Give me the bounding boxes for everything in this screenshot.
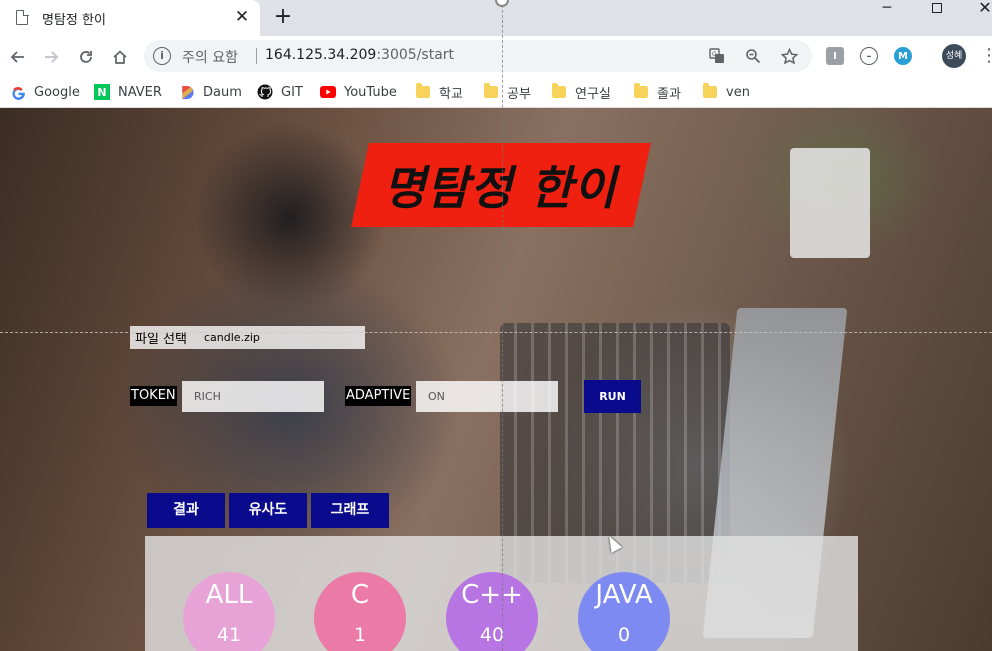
file-input[interactable]: 파일 선택 candle.zip (130, 326, 365, 349)
bookmark-folder-ven[interactable]: ven (703, 81, 750, 103)
bookmarks-bar: Google N NAVER Daum GIT YouTube 학교 공부 연구… (0, 77, 992, 108)
stat-c[interactable]: C 1 (314, 572, 406, 651)
menu-kebab-icon[interactable]: ⋮ (980, 44, 992, 68)
bookmark-youtube[interactable]: YouTube (320, 81, 397, 103)
translate-icon[interactable]: G (706, 45, 728, 67)
token-label: TOKEN (130, 386, 177, 406)
bookmark-naver[interactable]: N NAVER (94, 81, 162, 103)
tab-similarity[interactable]: 유사도 (229, 493, 307, 528)
guide-line-vertical (502, 0, 503, 651)
forward-button[interactable] (37, 43, 65, 71)
window-close-button[interactable]: ✕ (962, 0, 992, 22)
bookmark-folder-jolgwa[interactable]: 졸과 (634, 81, 681, 103)
page-title: 명탐정 한이 (383, 161, 617, 215)
token-field[interactable]: RICH (182, 381, 324, 412)
forward-arrow-icon (45, 51, 59, 63)
stat-java[interactable]: JAVA 0 (578, 572, 670, 651)
file-select-button[interactable]: 파일 선택 (135, 328, 187, 347)
google-icon (10, 84, 26, 100)
block-icon[interactable]: – (860, 47, 878, 65)
page-content: 명탐정 한이 파일 선택 candle.zip TOKEN RICH ADAPT… (0, 108, 992, 651)
page-icon (16, 9, 29, 25)
bookmark-folder-school[interactable]: 학교 (416, 81, 463, 103)
security-status[interactable]: 주의 요함 (182, 47, 238, 67)
extension-icon-i[interactable]: I (826, 47, 844, 65)
bookmark-folder-lab[interactable]: 연구실 (552, 81, 611, 103)
adaptive-field[interactable]: ON (416, 381, 558, 412)
url-text[interactable]: 164.125.34.209:3005/start (265, 47, 454, 63)
github-icon (257, 84, 273, 100)
browser-tab[interactable]: 명탐정 한이 ✕ (0, 0, 260, 36)
bookmark-google[interactable]: Google (10, 81, 80, 103)
info-icon[interactable]: i (153, 47, 171, 65)
home-icon (113, 50, 127, 64)
profile-avatar[interactable]: 성혜 (942, 44, 966, 68)
daum-icon (179, 84, 195, 100)
folder-icon (634, 83, 648, 98)
maximize-button[interactable] (914, 0, 960, 22)
background-plant (790, 148, 870, 258)
naver-icon: N (94, 84, 110, 100)
folder-icon (416, 83, 430, 98)
folder-icon (552, 83, 566, 98)
tab-strip: 명탐정 한이 ✕ + ─ ✕ (0, 0, 992, 36)
stat-all[interactable]: ALL 41 (183, 572, 275, 651)
home-button[interactable] (106, 43, 134, 71)
back-arrow-icon (10, 51, 24, 63)
zoom-icon[interactable] (742, 45, 764, 67)
address-bar[interactable]: i 주의 요함 164.125.34.209:3005/start G (144, 40, 812, 72)
m-extension-icon[interactable]: M (894, 47, 912, 65)
reload-button[interactable] (72, 43, 100, 71)
tab-title: 명탐정 한이 (42, 13, 106, 28)
bookmark-daum[interactable]: Daum (179, 81, 242, 103)
folder-icon (703, 83, 717, 98)
stat-cpp[interactable]: C++ 40 (446, 572, 538, 651)
folder-icon (484, 83, 498, 98)
bookmark-star-icon[interactable] (778, 45, 800, 67)
svg-text:G: G (712, 51, 717, 58)
omnibox-divider (256, 48, 257, 64)
tab-results[interactable]: 결과 (147, 493, 225, 528)
browser-toolbar: i 주의 요함 164.125.34.209:3005/start G I – … (0, 36, 992, 77)
guide-line-horizontal (0, 332, 992, 333)
minimize-button[interactable]: ─ (864, 0, 910, 22)
bookmark-git[interactable]: GIT (257, 81, 303, 103)
run-button[interactable]: RUN (584, 380, 641, 413)
tab-graph[interactable]: 그래프 (311, 493, 389, 528)
new-tab-button[interactable]: + (270, 4, 296, 30)
bookmark-folder-study[interactable]: 공부 (484, 81, 531, 103)
reload-icon (80, 51, 92, 63)
tab-close-icon[interactable]: ✕ (232, 6, 252, 28)
back-button[interactable] (4, 43, 32, 71)
adaptive-label: ADAPTIVE (345, 386, 412, 406)
youtube-icon (320, 84, 336, 100)
